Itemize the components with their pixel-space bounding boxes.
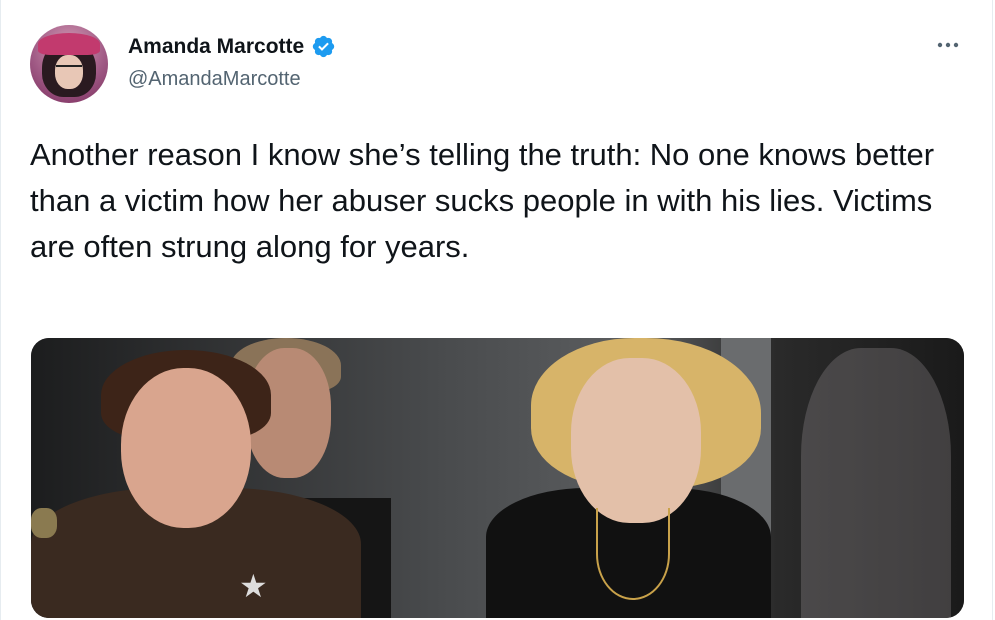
badge-star-icon: ★	[239, 568, 268, 604]
tweet-card[interactable]: Amanda Marcotte @AmandaMarcotte Another …	[0, 0, 993, 620]
tweet-text: Another reason I know she’s telling the …	[30, 137, 935, 264]
verified-badge-icon	[313, 35, 335, 58]
author-name[interactable]: Amanda Marcotte	[128, 35, 304, 59]
author-handle[interactable]: @AmandaMarcotte	[128, 68, 301, 91]
author-name-row[interactable]: Amanda Marcotte	[128, 34, 336, 59]
avatar[interactable]	[30, 25, 108, 103]
tweet-media-photo[interactable]: ★	[31, 338, 964, 618]
more-horizontal-icon[interactable]	[931, 28, 965, 62]
